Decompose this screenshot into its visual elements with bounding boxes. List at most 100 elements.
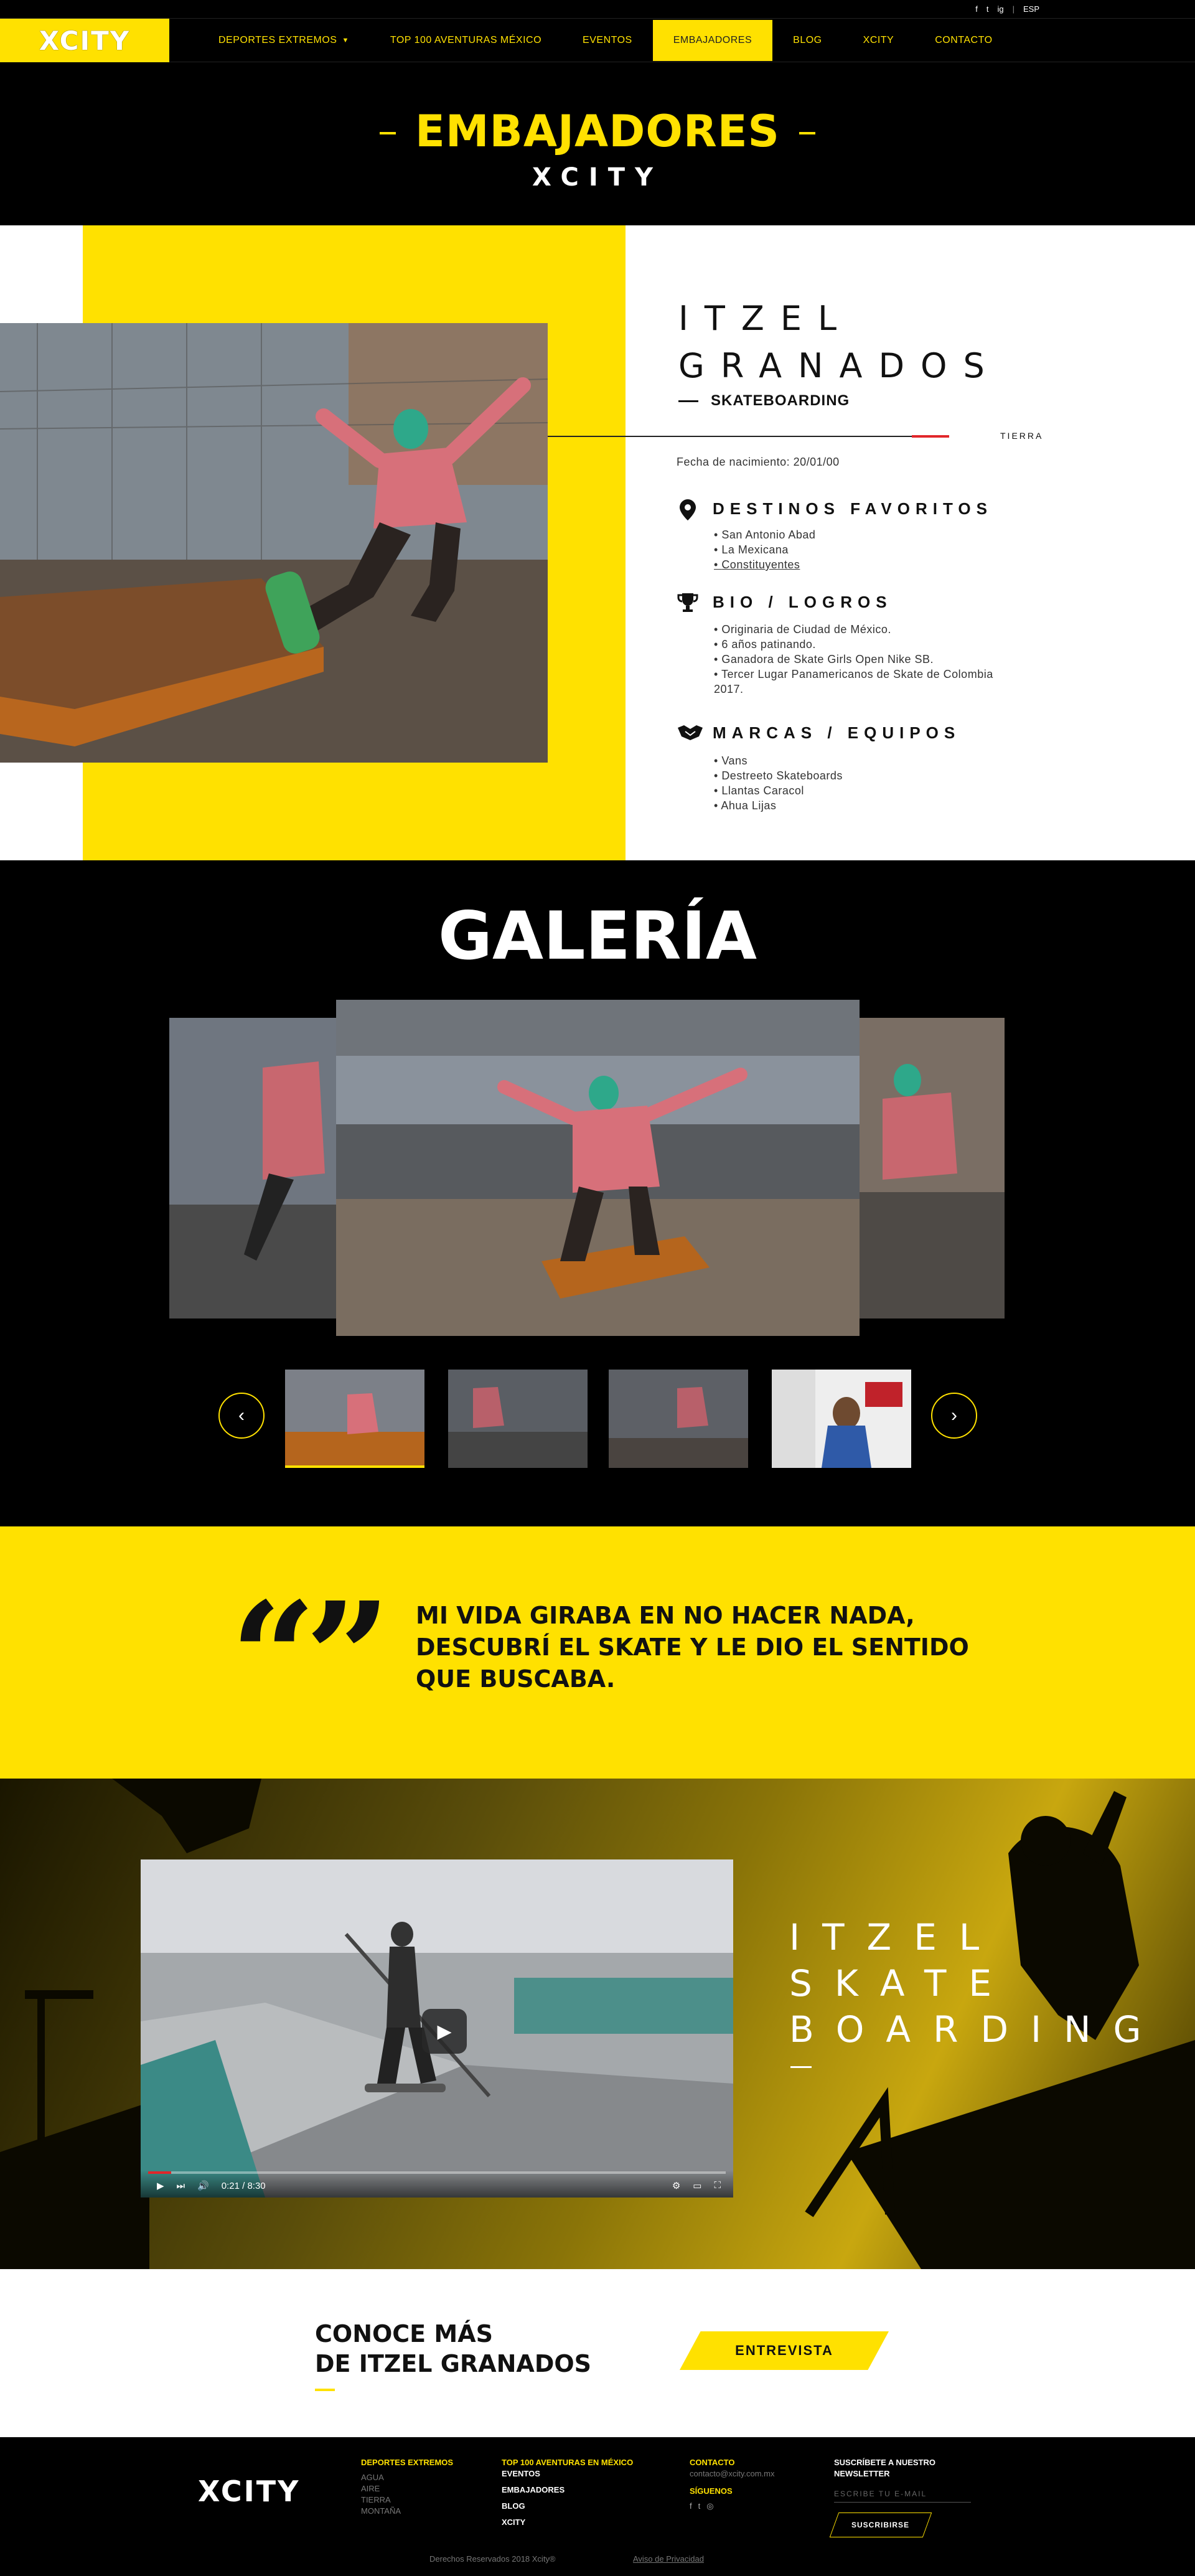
hero-section: EMBAJADORES XCITY (0, 62, 1195, 225)
nav-item-embajadores[interactable]: EMBAJADORES (652, 20, 773, 61)
video-title: ITZEL SKATE BOARDING (789, 1914, 1163, 2052)
footer-heading: SUSCRÍBETE A NUESTRO NEWSLETTER (834, 2458, 935, 2478)
footer-logo[interactable]: XCITY (198, 2475, 300, 2508)
quote-text: MI VIDA GIRABA EN NO HACER NADA, DESCUBR… (416, 1602, 969, 1693)
list-item: Tercer Lugar Panamericanos de Skate de C… (714, 667, 1013, 697)
list-item[interactable]: Constituyentes (714, 557, 815, 572)
nav-menu: DEPORTES EXTREMOS ▼ TOP 100 AVENTURAS MÉX… (198, 19, 1013, 62)
privacy-link[interactable]: Aviso de Privacidad (633, 2554, 704, 2564)
footer-social: f t ◎ (690, 2501, 775, 2512)
language-selector[interactable]: ESP (1023, 4, 1039, 14)
skip-next-icon[interactable]: ⏭ (177, 2181, 185, 2191)
divider (678, 400, 698, 402)
gallery-prev-button[interactable]: ‹ (218, 1393, 265, 1439)
birth-date: Fecha de nacimiento: 20/01/00 (677, 456, 840, 468)
instagram-icon[interactable]: ig (997, 4, 1003, 14)
nav-item-eventos[interactable]: EVENTOS (562, 20, 653, 61)
conoce-section: CONOCE MÁS DE ITZEL GRANADOS ENTREVISTA (0, 2269, 1195, 2437)
gallery-thumb[interactable] (448, 1370, 588, 1468)
facebook-icon[interactable]: f (690, 2501, 692, 2512)
footer-heading[interactable]: DEPORTES EXTREMOS (361, 2457, 453, 2468)
footer-link[interactable]: MONTAÑA (361, 2506, 453, 2517)
destinos-list: San Antonio Abad La Mexicana Constituyen… (714, 527, 815, 572)
footer-link[interactable]: TIERRA (361, 2494, 453, 2506)
page-subtitle: XCITY (532, 163, 663, 192)
instagram-icon[interactable]: ◎ (706, 2501, 713, 2512)
nav-item-deportes-extremos[interactable]: DEPORTES EXTREMOS ▼ (198, 20, 370, 61)
footer-link[interactable]: XCITY (502, 2517, 633, 2528)
list-item: La Mexicana (714, 542, 815, 557)
play-icon[interactable]: ▶ (157, 2180, 164, 2191)
footer-link[interactable]: AIRE (361, 2483, 453, 2494)
gallery-next-button[interactable]: › (931, 1393, 977, 1439)
conoce-heading: CONOCE MÁS DE ITZEL GRANADOS (315, 2319, 591, 2379)
quote-section: “” MI VIDA GIRABA EN NO HACER NADA, DESC… (0, 1526, 1195, 1779)
nav-item-xcity[interactable]: XCITY (843, 20, 915, 61)
contact-email[interactable]: contacto@xcity.com.mx (690, 2468, 775, 2480)
conoce-line: DE ITZEL GRANADOS (315, 2350, 592, 2377)
subscribe-label: SUSCRIBIRSE (851, 2521, 910, 2529)
list-item: Destreeto Skateboards (714, 768, 843, 783)
copyright: Derechos Reservados 2018 Xcity® (429, 2554, 556, 2564)
marcas-list: Vans Destreeto Skateboards Llantas Carac… (714, 753, 843, 813)
video-progress[interactable] (148, 2171, 726, 2174)
settings-icon[interactable]: ⚙ (672, 2180, 680, 2191)
sport-label: SKATEBOARDING (678, 392, 850, 410)
athlete-name: ITZEL GRANADOS (678, 295, 1001, 390)
chevron-right-icon: › (951, 1405, 957, 1426)
footer-link[interactable]: EVENTOS (502, 2468, 633, 2480)
video-title-line: BOARDING (789, 2008, 1164, 2051)
gallery-slide-prev[interactable] (169, 1018, 339, 1319)
facebook-icon[interactable]: f (975, 4, 978, 14)
nav-item-blog[interactable]: BLOG (772, 20, 842, 61)
gallery-thumb[interactable] (609, 1370, 748, 1468)
gallery-thumb[interactable] (772, 1370, 911, 1468)
entrevista-button[interactable]: ENTREVISTA (680, 2331, 889, 2370)
yellow-underline (315, 2389, 335, 2391)
list-item: 6 años patinando. (714, 637, 1013, 652)
footer: XCITY DEPORTES EXTREMOS AGUA AIRE TIERRA… (0, 2437, 1195, 2576)
theater-icon[interactable]: ▭ (693, 2180, 701, 2191)
gallery-section: GALERÍA ‹ › (0, 860, 1195, 1526)
footer-link[interactable]: AGUA (361, 2472, 453, 2483)
nav-item-contacto[interactable]: CONTACTO (914, 20, 1013, 61)
video-player[interactable]: ▶ ▶ ⏭ 🔊 0:21 / 8:30 ⚙ ▭ ⛶ (141, 1859, 733, 2198)
footer-link[interactable]: EMBAJADORES (502, 2484, 633, 2496)
play-button[interactable]: ▶ (422, 2009, 467, 2054)
destinos-title: DESTINOS FAVORITOS (713, 499, 993, 518)
divider: | (1012, 4, 1015, 14)
footer-heading: CONTACTO (690, 2458, 735, 2467)
video-progress-fill (148, 2171, 172, 2174)
profile-section: ITZEL GRANADOS SKATEBOARDING TIERRA Fech… (0, 225, 1195, 860)
list-item: Ganadora de Skate Girls Open Nike SB. (714, 652, 1013, 667)
subscribe-button[interactable]: SUSCRIBIRSE (829, 2513, 932, 2537)
fullscreen-icon[interactable]: ⛶ (714, 2180, 721, 2191)
nav-item-top-100[interactable]: TOP 100 AVENTURAS MÉXICO (370, 20, 562, 61)
footer-col-newsletter: SUSCRÍBETE A NUESTRO NEWSLETTER ESCRIBE … (829, 2457, 983, 2537)
social-links: f t ig | ESP (975, 4, 1039, 14)
video-controls: ▶ ⏭ 🔊 0:21 / 8:30 (157, 2180, 266, 2192)
play-icon: ▶ (437, 2021, 452, 2042)
gallery-slide-next[interactable] (858, 1018, 1005, 1319)
quote-marks-icon: “” (230, 1569, 391, 1745)
conoce-line: CONOCE MÁS (315, 2320, 493, 2348)
video-section: ▶ ▶ ⏭ 🔊 0:21 / 8:30 ⚙ ▭ ⛶ ITZEL SKATE BO… (0, 1779, 1195, 2269)
logo[interactable]: XCITY (0, 19, 169, 62)
twitter-icon[interactable]: t (698, 2501, 701, 2512)
newsletter-email-field[interactable]: ESCRIBE TU E-MAIL (834, 2488, 971, 2503)
footer-link[interactable]: TOP 100 AVENTURAS EN MÉXICO (502, 2457, 633, 2468)
list-item: Llantas Caracol (714, 783, 843, 798)
top-bar: f t ig | ESP (0, 0, 1195, 19)
gallery-title: GALERÍA (438, 898, 757, 974)
volume-icon[interactable]: 🔊 (197, 2180, 209, 2191)
terrain-line (548, 435, 949, 438)
video-controls-right: ⚙ ▭ ⛶ (672, 2180, 721, 2191)
footer-link[interactable]: BLOG (502, 2501, 633, 2512)
gallery-main-image[interactable] (336, 1000, 860, 1336)
list-item: Originaria de Ciudad de México. (714, 622, 1013, 637)
footer-col-contact: CONTACTO contacto@xcity.com.mx SÍGUENOS … (690, 2457, 775, 2512)
list-item: San Antonio Abad (714, 527, 815, 542)
chevron-left-icon: ‹ (238, 1405, 245, 1426)
twitter-icon[interactable]: t (986, 4, 989, 14)
gallery-thumb[interactable] (285, 1370, 424, 1468)
